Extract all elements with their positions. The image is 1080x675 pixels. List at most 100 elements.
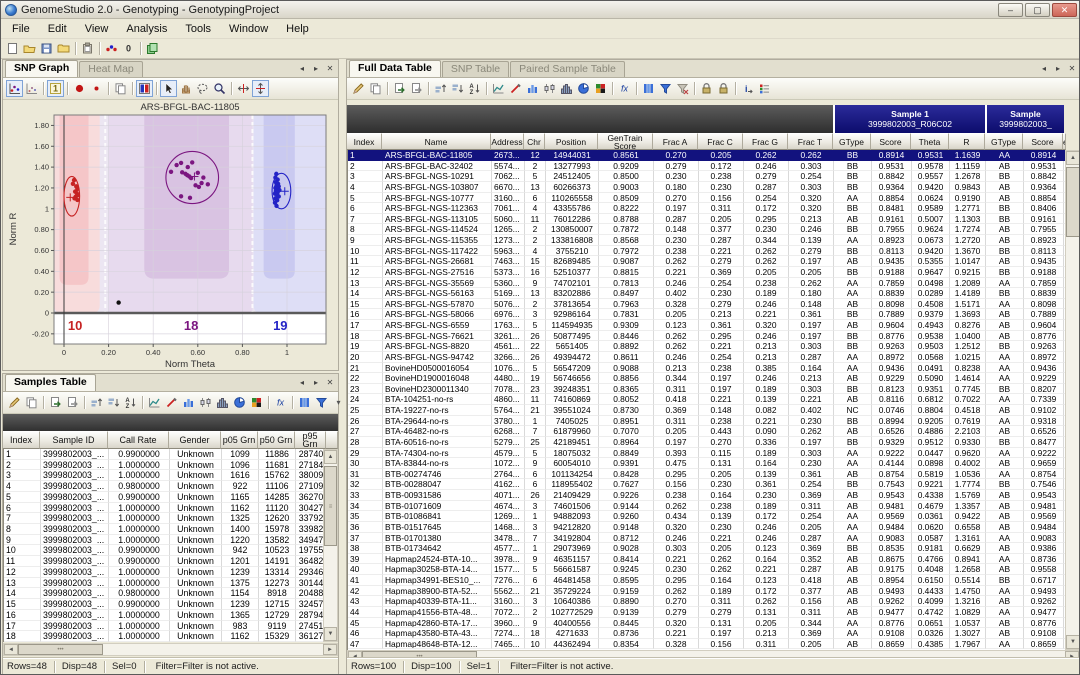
cell[interactable]: 40400556 [546,618,599,629]
cell[interactable]: 0.123 [744,575,789,586]
cell[interactable]: 0.270 [654,596,699,607]
cell[interactable]: 34 [348,501,383,512]
cell[interactable]: 7 [525,426,546,437]
cell[interactable]: ARS-BFGL-NGS-6559 [383,320,492,331]
cell[interactable]: 0.213 [654,363,699,374]
cell[interactable]: 0.8052 [599,394,654,405]
cell[interactable]: 3999802003_... [41,535,109,546]
cell[interactable]: 3999802003_... [41,545,109,556]
cell[interactable]: AB [834,564,872,575]
cell[interactable]: 1269... [492,511,525,522]
copy-plot-icon[interactable] [112,80,129,97]
menu-window[interactable]: Window [220,20,277,38]
cell[interactable]: 23 [525,384,546,395]
cell[interactable]: 13 [525,182,546,193]
cell[interactable]: 0.131 [699,458,744,469]
cell[interactable]: 0.221 [654,628,699,639]
cell[interactable]: 9 [525,458,546,469]
cell[interactable]: BB [986,288,1024,299]
sort-asc-icon[interactable] [432,80,449,97]
cell[interactable]: 0.6150 [912,575,950,586]
cell[interactable]: AA [986,586,1024,597]
cell[interactable]: 0.5007 [912,214,950,225]
cell[interactable]: 36127 [296,631,323,642]
cell[interactable]: BTA-46482-no-rs [383,426,492,437]
cell[interactable]: 1.5171 [950,299,986,310]
menu-analysis[interactable]: Analysis [117,20,176,38]
cell[interactable]: AA [834,522,872,533]
cell[interactable]: 4860... [492,394,525,405]
samples-table-row[interactable]: 123999802003_...1.0000000Unknown12391331… [4,567,323,578]
cell[interactable]: 0.9481 [872,501,912,512]
cell[interactable]: 1 [4,449,41,460]
cell[interactable]: 0.230 [699,522,744,533]
cell[interactable]: 0.8098 [1024,299,1064,310]
cell[interactable]: 83202886 [546,288,599,299]
cell[interactable]: 4561... [492,341,525,352]
data-table-row[interactable]: 44Hapmap41556-BTA-48...7072...2102772529… [348,607,1066,618]
cell[interactable]: 0.4338 [912,490,950,501]
cell[interactable]: 0.9226 [599,490,654,501]
cell[interactable]: 0.352 [789,554,834,565]
data-table-row[interactable]: 34BTB-010716094674...3746015060.91440.26… [348,501,1066,512]
cell[interactable]: 1.0829 [950,607,986,618]
lock2-icon[interactable] [715,80,732,97]
samples-table-row[interactable]: 153999802003_...0.9900000Unknown12391271… [4,599,323,610]
cell[interactable]: 0.197 [654,203,699,214]
cell[interactable]: 0.230 [789,458,834,469]
cell[interactable]: 0.164 [699,575,744,586]
cell[interactable]: 46481458 [546,575,599,586]
cell[interactable]: 0.9181 [912,543,950,554]
bar-chart-icon[interactable] [524,80,541,97]
cell[interactable]: 0.8365 [599,384,654,395]
cell[interactable]: BTA-74304-no-rs [383,448,492,459]
cell[interactable]: 0.139 [699,511,744,522]
cell[interactable]: 0.311 [789,501,834,512]
cell[interactable]: 0.221 [744,564,789,575]
cell[interactable]: AB [834,320,872,331]
cell[interactable]: 40 [348,564,383,575]
cell[interactable]: 0.8098 [872,299,912,310]
cell[interactable]: 0.8914 [1024,150,1064,161]
data-col-theta-12[interactable]: Theta [911,133,949,150]
cell[interactable]: 3960... [492,618,525,629]
cell[interactable]: BB [834,543,872,554]
data-table-row[interactable]: 47Hapmap48648-BTA-12...7465...1044362494… [348,639,1066,650]
cell[interactable]: 0.9379 [912,309,950,320]
cell[interactable]: ARS-BFGL-NGS-8820 [383,341,492,352]
cell[interactable]: 0.9222 [1024,448,1064,459]
cell[interactable]: 3978... [492,554,525,565]
cell[interactable]: 4162... [492,479,525,490]
zero-counter[interactable]: 0 [120,40,137,57]
data-table-row[interactable]: 17ARS-BFGL-NGS-65591763...51145949350.93… [348,320,1066,331]
cell[interactable]: 4 [525,246,546,257]
small-point-icon[interactable] [88,80,105,97]
cell[interactable]: 0.9569 [1024,511,1064,522]
data-table-row[interactable]: 36BTB-015176451468...3942128200.91480.32… [348,522,1066,533]
cell[interactable]: 0.7627 [599,479,654,490]
cell[interactable]: ARS-BFGL-BAC-32402 [383,161,492,172]
data-table-row[interactable]: 46Hapmap43580-BTA-43...7274...1842716330… [348,628,1066,639]
cell[interactable]: 0.262 [789,278,834,289]
cell[interactable]: 0.7963 [599,299,654,310]
open-icon[interactable] [21,40,38,57]
cell[interactable]: 0.8854 [1024,193,1064,204]
cell[interactable]: Unknown [170,524,222,535]
cell[interactable]: 0.8776 [872,618,912,629]
cell[interactable]: 0.205 [789,522,834,533]
cell[interactable]: 1099 [222,449,259,460]
data-table-row[interactable]: 42Hapmap38900-BTA-52...5562...2135729224… [348,586,1066,597]
cell[interactable]: 0.8481 [872,203,912,214]
cell[interactable]: AA [986,278,1024,289]
menu-help[interactable]: Help [277,20,318,38]
samples-table-row[interactable]: 163999802003_...1.0000000Unknown13651272… [4,610,323,621]
cell[interactable]: 5060... [492,214,525,225]
cell[interactable]: 0.139 [789,235,834,246]
cell[interactable]: AB [986,501,1024,512]
cell[interactable]: 0.303 [654,543,699,554]
cell[interactable]: 0.189 [699,586,744,597]
cell[interactable]: 46351157 [546,554,599,565]
cell[interactable]: 5 [525,448,546,459]
cell[interactable]: 0.197 [789,331,834,342]
cell[interactable]: 0.205 [699,543,744,554]
